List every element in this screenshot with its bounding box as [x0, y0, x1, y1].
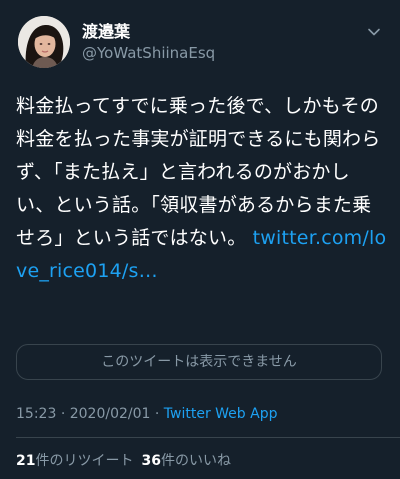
retweets-count: 21	[16, 453, 36, 469]
user-names: 渡邉葉 @YoWatShiinaEsq	[82, 22, 215, 63]
tweet-date[interactable]: 2020/02/01	[70, 406, 151, 422]
likes-label: 件のいいね	[160, 453, 231, 469]
tweet-header: 渡邉葉 @YoWatShiinaEsq	[18, 16, 382, 70]
tweet-meta: 15:23 · 2020/02/01 · Twitter Web App	[16, 404, 277, 424]
retweets-stat[interactable]: 21件のリツイート	[16, 453, 133, 469]
divider	[16, 437, 400, 438]
meta-separator: ·	[154, 406, 160, 422]
display-name[interactable]: 渡邉葉	[82, 22, 215, 42]
tweet-text: 料金払ってすでに乗った後で、しかもその料金を払った事実が証明できるにも関わらず、…	[16, 90, 388, 288]
likes-count: 36	[141, 453, 161, 469]
tweet-stats: 21件のリツイート 36件のいいね	[16, 451, 231, 471]
chevron-down-icon[interactable]	[366, 24, 382, 40]
avatar-photo-icon	[18, 16, 70, 68]
quoted-tweet-unavailable: このツイートは表示できません	[16, 344, 382, 380]
tweet-body: 料金払ってすでに乗った後で、しかもその料金を払った事実が証明できるにも関わらず、…	[16, 95, 381, 249]
avatar[interactable]	[18, 16, 70, 68]
source-app[interactable]: Twitter Web App	[164, 406, 278, 422]
likes-stat[interactable]: 36件のいいね	[141, 453, 230, 469]
meta-separator: ·	[60, 406, 66, 422]
tweet-detail: 渡邉葉 @YoWatShiinaEsq 料金払ってすでに乗った後で、しかもその料…	[0, 0, 400, 479]
retweets-label: 件のリツイート	[35, 453, 134, 469]
user-handle[interactable]: @YoWatShiinaEsq	[82, 43, 215, 63]
tweet-time[interactable]: 15:23	[16, 406, 56, 422]
